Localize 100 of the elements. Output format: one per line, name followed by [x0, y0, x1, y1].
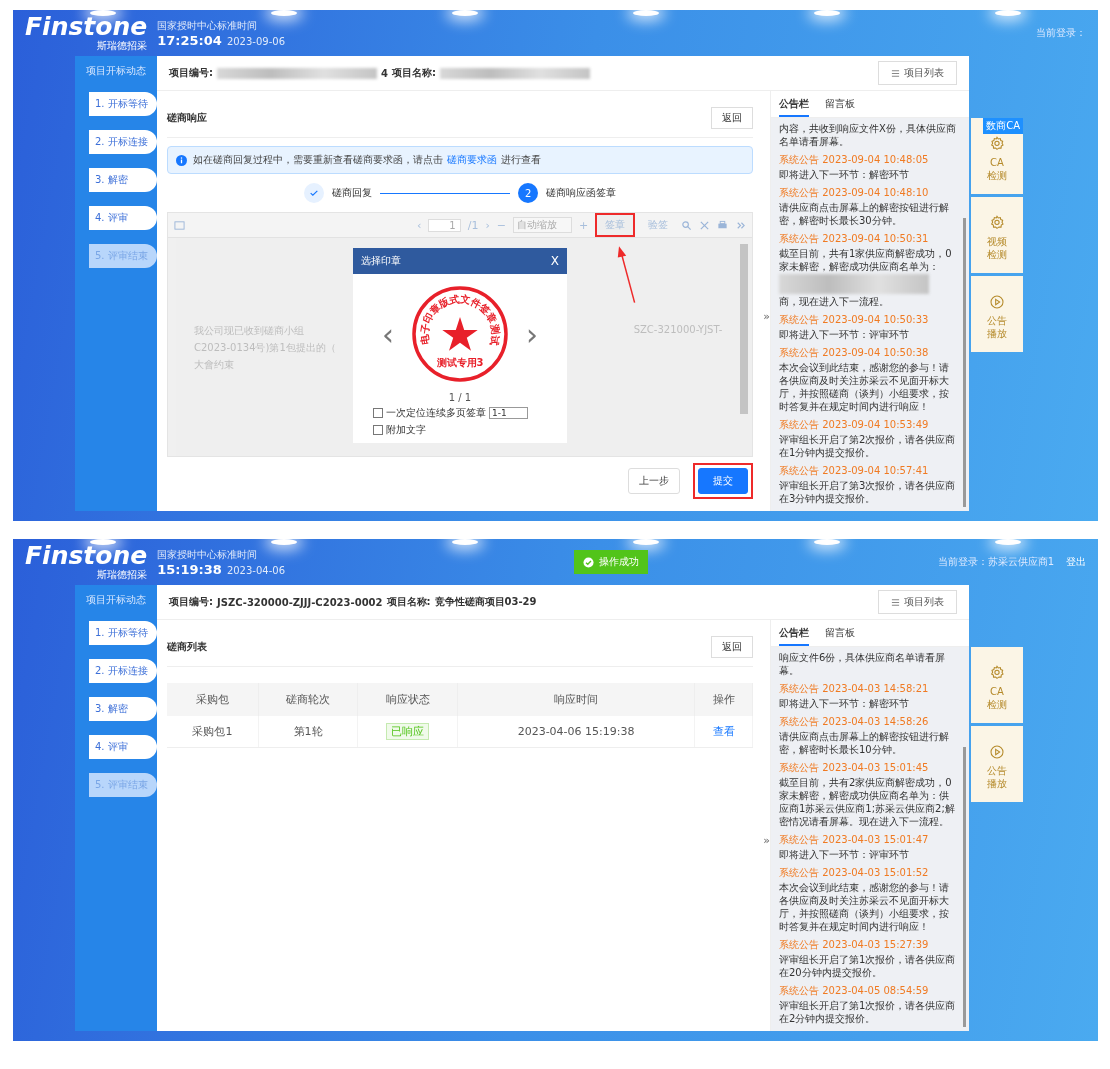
requirement-letter-link[interactable]: 磋商要求函 [447, 154, 497, 165]
sidebar-title: 项目开标动态 [86, 64, 146, 78]
logout-link[interactable]: 登出 [1066, 555, 1086, 569]
notice-title: 系统公告 2023-04-03 14:58:26 [779, 715, 930, 729]
step-label: 磋商响应函签章 [546, 186, 617, 200]
page-range-field[interactable]: 1-1 [489, 407, 528, 419]
clock-caption: 国家授时中心标准时间 [157, 547, 259, 562]
side-tool-button[interactable]: 公告播放 [971, 276, 1023, 352]
previous-seal-arrow[interactable]: ‹ [382, 316, 394, 352]
scrollbar[interactable] [963, 747, 966, 1027]
project-list-button[interactable]: 项目列表 [878, 61, 957, 85]
option-label: 一次定位连续多页签章 [386, 406, 486, 420]
step-pill[interactable]: 4. 评审 [89, 206, 157, 230]
dialog-title: 选择印章 [361, 254, 401, 268]
scrollbar[interactable] [963, 218, 966, 507]
notice-text: 请供应商点击屏幕上的解密按钮进行解密，解密时长最长10分钟。 [779, 730, 950, 756]
view-link[interactable]: 查看 [712, 725, 735, 738]
list-icon [891, 68, 900, 78]
checkbox[interactable] [373, 408, 383, 418]
clock-date: 2023-04-06 [226, 564, 285, 576]
tool-label: 公告播放 [986, 314, 1008, 340]
toast-message: 操作成功 [599, 555, 640, 569]
logo-subtitle: 斯瑞德招采 [97, 38, 148, 53]
notice-title: 系统公告 2023-09-04 10:57:41 [779, 464, 930, 478]
notice-text: 即将进入下一环节：评审环节 [779, 848, 910, 861]
notice-tab[interactable]: 留言板 [825, 626, 855, 646]
project-name-label: 项目名称: [386, 595, 431, 609]
next-seal-arrow[interactable]: › [526, 316, 538, 352]
side-tool-button[interactable]: 公告播放 [971, 726, 1023, 802]
sidebar-title: 项目开标动态 [86, 593, 146, 607]
back-button[interactable]: 返回 [711, 107, 754, 129]
project-number: JSZC-320000-ZJJJ-C2023-0002 [217, 596, 383, 608]
option-label: 附加文字 [386, 423, 426, 437]
notice-title: 系统公告 2023-09-04 10:50:31 [779, 232, 930, 246]
side-tool-button[interactable]: 视频检测 [971, 197, 1023, 273]
notice-text: 即将进入下一环节：解密环节 [779, 697, 910, 710]
sidebar-toggle-icon[interactable] [174, 219, 185, 231]
table-cell: 2023-04-06 15:19:38 [457, 716, 695, 748]
scrollbar[interactable] [740, 244, 749, 414]
notice-title: 系统公告 2023-04-03 15:01:47 [779, 833, 930, 847]
notice-title: 系统公告 2023-04-03 14:58:21 [779, 682, 930, 696]
tool-label: CA 检测 [986, 156, 1008, 182]
step-number: 2 [518, 183, 539, 203]
table-cell: 采购包1 [167, 716, 259, 748]
check-circle-icon [583, 556, 595, 568]
collapse-toggle[interactable]: » [763, 834, 770, 847]
notice-title: 系统公告 2023-04-03 15:27:39 [779, 938, 930, 952]
notice-text: 截至目前，共有2家供应商解密成功，0家未解密，解密成功供应商名单为：供应商1苏采云供应商1;苏采云供应商2;解密情况请看屏幕。现在进入下一流程。 [779, 776, 956, 828]
notice-title: 系统公告 2023-09-04 10:53:49 [779, 418, 930, 432]
tool-label: CA 检测 [986, 685, 1008, 711]
notice-title: 系统公告 2023-04-03 15:01:52 [779, 866, 930, 880]
tool-label: 公告播放 [986, 764, 1008, 790]
step-pill[interactable]: 2. 开标连接 [89, 659, 157, 683]
notice-text: 本次会议到此结束，感谢您的参与！请各供应商及时关注苏采云不见面开标大厅，并按照磋商（谈判）小组要求，按时答复并在规定时间内进行响应！ [779, 361, 950, 413]
side-tool-button[interactable]: CA 检测 [971, 647, 1023, 723]
notice-title: 系统公告 2023-09-04 10:50:33 [779, 313, 930, 327]
section-title: 磋商列表 [167, 640, 207, 654]
status-tag: 已响应 [386, 723, 430, 740]
close-button[interactable]: X [550, 254, 559, 268]
notice-text: 即将进入下一环节：评审环节 [779, 328, 910, 341]
page-total: /1 [467, 218, 479, 232]
previous-step-button[interactable]: 上一步 [628, 468, 681, 494]
side-tool-button[interactable]: 数商CA CA 检测 [971, 118, 1023, 194]
info-message: 如在磋商回复过程中，需要重新查看磋商要求函，请点击 磋商要求函 进行查看 [193, 153, 541, 167]
notice-text: 内容，共收到响应文件X份，具体供应商名单请看屏幕。 [779, 122, 957, 148]
seal-stamp-drawing[interactable]: 电子印章版式文件签章测试 测试专用3 [410, 284, 510, 384]
clock-caption: 国家授时中心标准时间 [157, 18, 259, 33]
step-pill[interactable]: 3. 解密 [89, 168, 157, 192]
notice-text: 评审组长开启了第2次报价，请各供应商在1分钟内提交报价。 [779, 433, 957, 459]
step-pill[interactable]: 2. 开标连接 [89, 130, 157, 154]
notice-text: 响应文件6份，具体供应商名单请看屏幕。 [779, 651, 947, 677]
seal-counter: 1 / 1 [448, 392, 472, 403]
back-button[interactable]: 返回 [711, 636, 754, 658]
project-number-label: 项目编号: [169, 595, 213, 609]
checkbox[interactable] [373, 425, 383, 435]
search-icon[interactable] [681, 219, 693, 231]
play-icon [989, 744, 1005, 760]
print-icon[interactable] [717, 219, 729, 231]
project-list-button[interactable]: 项目列表 [878, 590, 957, 614]
notice-text: 评审组长开启了第1次报价，请各供应商在2分钟内提交报价。 [779, 999, 957, 1025]
notice-title: 系统公告 2023-09-04 10:48:05 [779, 153, 930, 167]
step-pill[interactable]: 1. 开标等待 [89, 92, 157, 116]
notice-tab[interactable]: 留言板 [825, 97, 855, 117]
column-header: 采购包 [167, 683, 259, 716]
clock-time: 17:25:04 [157, 32, 222, 48]
gear-icon [989, 665, 1005, 681]
notice-title: 系统公告 2023-09-04 10:48:10 [779, 186, 930, 200]
step-pill[interactable]: 1. 开标等待 [89, 621, 157, 645]
notice-title: 系统公告 2023-04-05 08:54:59 [779, 984, 930, 998]
step-pill[interactable]: 3. 解密 [89, 697, 157, 721]
page-number-field[interactable]: 1 [428, 218, 461, 232]
submit-button[interactable]: 提交 [698, 468, 749, 494]
notice-text: 截至目前，共有1家供应商解密成功，0家未解密，解密成功供应商名单为： [779, 247, 953, 273]
collapse-toggle[interactable]: » [763, 309, 770, 323]
login-status: 当前登录：苏采云供应商1 [937, 555, 1054, 569]
step-pill[interactable]: 4. 评审 [89, 735, 157, 759]
close-icon[interactable] [699, 219, 711, 231]
project-number: 4 [381, 67, 388, 79]
play-icon [989, 294, 1005, 310]
gear-icon [989, 136, 1005, 152]
